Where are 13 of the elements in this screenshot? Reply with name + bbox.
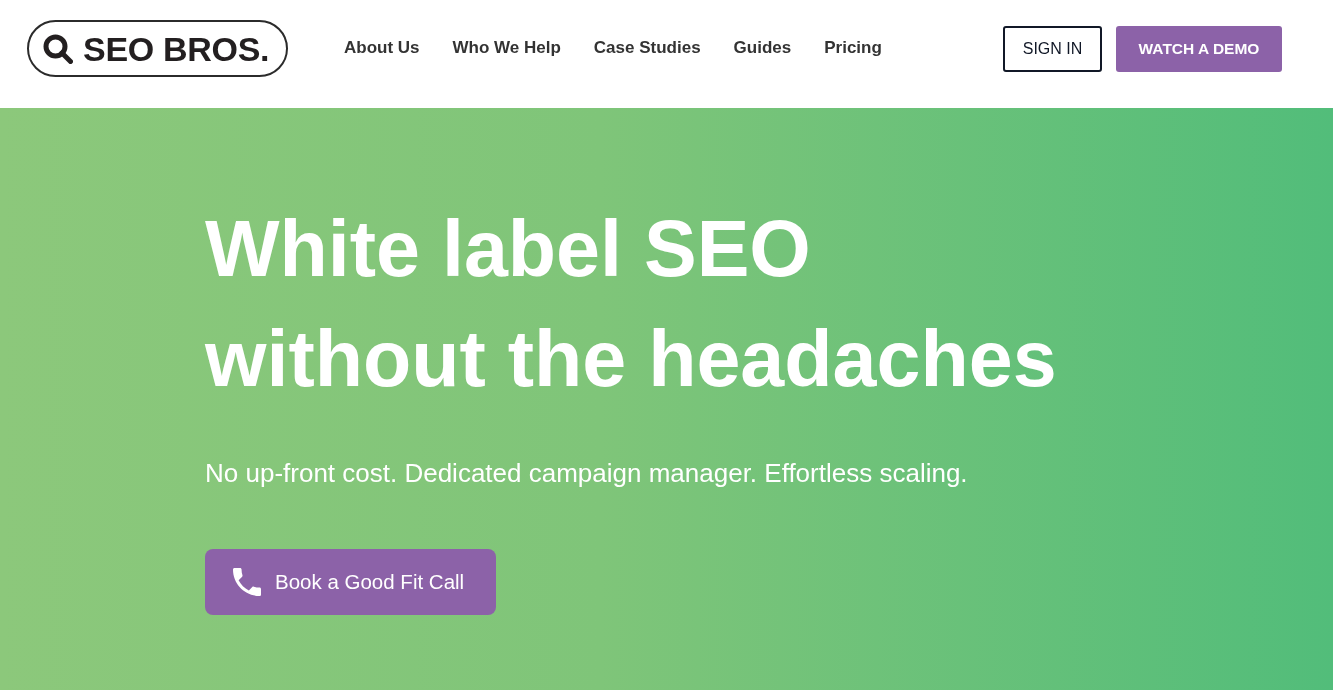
book-call-button[interactable]: Book a Good Fit Call [205, 549, 496, 615]
nav-link[interactable]: Who We Help [452, 38, 561, 58]
nav-link[interactable]: About Us [344, 38, 420, 58]
nav-link[interactable]: Pricing [824, 38, 882, 58]
hero-heading: White label SEO without the headaches [205, 203, 1057, 405]
nav-link[interactable]: Guides [733, 38, 792, 58]
sign-in-button[interactable]: SIGN IN [1003, 26, 1102, 72]
hero-subtitle: No up-front cost. Dedicated campaign manager. Effortless scaling. [205, 457, 968, 489]
search-icon [43, 33, 73, 64]
phone-icon [233, 568, 261, 596]
logo[interactable]: SEO BROS. [27, 20, 288, 77]
nav-link[interactable]: Case Studies [593, 38, 701, 58]
demo-button[interactable]: WATCH A DEMO [1116, 26, 1282, 72]
